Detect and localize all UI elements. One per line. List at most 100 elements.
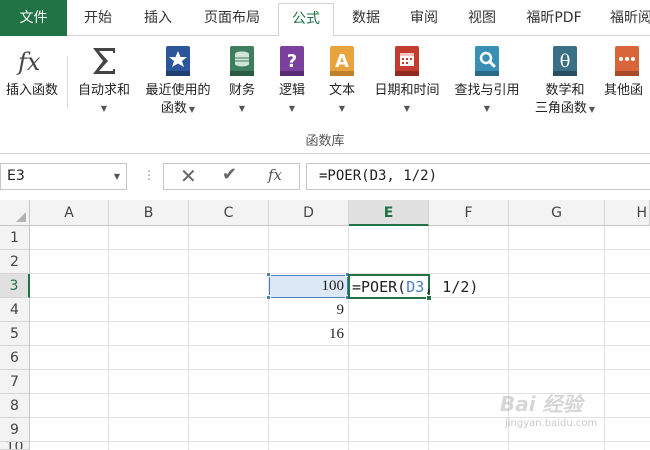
ribbon-tab-bar: 文件 开始 插入 页面布局 公式 数据 审阅 视图 福昕PDF 福昕阅 bbox=[0, 0, 650, 37]
row-header-7[interactable]: 7 bbox=[0, 370, 30, 394]
row-header-2[interactable]: 2 bbox=[0, 250, 30, 274]
gridline bbox=[604, 226, 605, 450]
row-header-3[interactable]: 3 bbox=[0, 274, 30, 298]
gridline bbox=[348, 226, 349, 450]
watermark-url: jingyan.baidu.com bbox=[505, 418, 598, 429]
text-functions-label: 文本 bbox=[328, 83, 355, 98]
name-box-value: E3 bbox=[7, 168, 25, 184]
cell-e3-editing-text[interactable]: =POER(D3, 1/2) bbox=[352, 275, 478, 299]
column-header-e[interactable]: E bbox=[349, 200, 429, 226]
tab-insert[interactable]: 插入 bbox=[130, 0, 186, 36]
gridline bbox=[188, 226, 189, 450]
row-header-10[interactable]: 10 bbox=[0, 442, 30, 450]
formula-input[interactable]: =POER(D3, 1/2) bbox=[306, 163, 650, 190]
other-functions-label: 其他函 bbox=[604, 83, 644, 98]
function-library-group-label: 函数库 bbox=[305, 134, 345, 149]
ribbon-formulas: fx 插入函数 自动求和 ▼ 最近使用的 函数 ▼ 财务 ▼ ? 逻辑 ▼ A … bbox=[0, 36, 650, 154]
chevron-down-icon: ▼ bbox=[483, 104, 491, 113]
theta-book-icon: θ bbox=[553, 46, 577, 76]
autosum-label: 自动求和 bbox=[77, 83, 130, 98]
fx-icon: fx bbox=[16, 48, 41, 76]
watermark-logo: Bai 经验 bbox=[500, 392, 583, 416]
row-header-6[interactable]: 6 bbox=[0, 346, 30, 370]
logical-label: 逻辑 bbox=[278, 83, 305, 98]
financial-button[interactable]: 财务 ▼ bbox=[220, 44, 264, 116]
svg-text:fx: fx bbox=[16, 48, 41, 76]
cell-d5[interactable]: 16 bbox=[269, 322, 348, 346]
formula-bar: E3 ▼ ⋮ ✕ ✔ fx =POER(D3, 1/2) bbox=[0, 160, 650, 192]
ribbon-separator bbox=[67, 56, 68, 108]
row-header-9[interactable]: 9 bbox=[0, 418, 30, 442]
cell-d4[interactable]: 9 bbox=[269, 298, 348, 322]
name-box[interactable]: E3 ▼ bbox=[0, 163, 127, 190]
tab-view[interactable]: 视图 bbox=[456, 0, 508, 36]
logical-button[interactable]: ? 逻辑 ▼ bbox=[270, 44, 314, 116]
cell-d3[interactable]: 100 bbox=[269, 274, 348, 298]
letter-a-book-icon: A bbox=[330, 46, 354, 76]
chevron-down-icon: ▼ bbox=[100, 104, 108, 113]
recent-functions-label-2: 函数 ▼ bbox=[160, 101, 196, 116]
column-header-g[interactable]: G bbox=[509, 200, 605, 226]
chevron-down-icon: ▼ bbox=[238, 104, 246, 113]
math-trig-label-2: 三角函数 ▼ bbox=[534, 101, 596, 116]
lookup-reference-button[interactable]: 查找与引用 ▼ bbox=[448, 44, 526, 116]
chevron-down-icon: ▼ bbox=[288, 104, 296, 113]
column-header-d[interactable]: D bbox=[269, 200, 349, 226]
gridline bbox=[30, 249, 650, 250]
gridline bbox=[108, 226, 109, 450]
chevron-down-icon: ▼ bbox=[188, 105, 196, 114]
row-header-4[interactable]: 4 bbox=[0, 298, 30, 322]
select-all-corner[interactable] bbox=[0, 200, 30, 226]
tab-foxit-pdf[interactable]: 福昕PDF bbox=[514, 0, 594, 36]
datetime-label: 日期和时间 bbox=[374, 83, 440, 98]
calendar-book-icon bbox=[395, 46, 419, 76]
tab-formulas[interactable]: 公式 bbox=[278, 3, 334, 37]
vertical-dots-icon[interactable]: ⋮ bbox=[143, 168, 155, 182]
math-trig-label: 数学和 bbox=[545, 83, 585, 98]
cancel-icon[interactable]: ✕ bbox=[180, 164, 197, 188]
column-header-a[interactable]: A bbox=[30, 200, 109, 226]
row-header-1[interactable]: 1 bbox=[0, 226, 30, 250]
column-header-b[interactable]: B bbox=[109, 200, 189, 226]
svg-text:?: ? bbox=[287, 51, 297, 72]
tab-foxit-reader[interactable]: 福昕阅 bbox=[600, 0, 650, 36]
dots-book-icon bbox=[615, 46, 639, 76]
chevron-down-icon: ▼ bbox=[403, 104, 411, 113]
coins-book-icon bbox=[230, 46, 254, 76]
column-header-h[interactable]: H bbox=[605, 200, 650, 226]
text-functions-button[interactable]: A 文本 ▼ bbox=[320, 44, 364, 116]
recent-functions-button[interactable]: 最近使用的 函数 ▼ bbox=[138, 44, 218, 119]
insert-function-label: 插入函数 bbox=[5, 83, 58, 98]
sigma-icon bbox=[93, 48, 115, 74]
datetime-button[interactable]: 日期和时间 ▼ bbox=[368, 44, 446, 116]
chevron-down-icon[interactable]: ▼ bbox=[114, 164, 120, 189]
insert-function-button[interactable]: fx 插入函数 bbox=[0, 44, 64, 100]
tab-data[interactable]: 数据 bbox=[338, 0, 394, 36]
gridline bbox=[30, 369, 650, 370]
autosum-button[interactable]: 自动求和 ▼ bbox=[72, 44, 136, 116]
tab-page-layout[interactable]: 页面布局 bbox=[192, 0, 272, 36]
magnifier-book-icon bbox=[475, 46, 499, 76]
tab-review[interactable]: 审阅 bbox=[398, 0, 450, 36]
financial-label: 财务 bbox=[228, 83, 255, 98]
enter-check-icon[interactable]: ✔ bbox=[222, 164, 237, 185]
other-functions-button[interactable]: 其他函 bbox=[604, 44, 650, 100]
fx-icon[interactable]: fx bbox=[268, 166, 282, 184]
question-book-icon: ? bbox=[280, 46, 304, 76]
tab-home[interactable]: 开始 bbox=[72, 0, 124, 36]
chevron-down-icon: ▼ bbox=[588, 105, 596, 114]
column-header-f[interactable]: F bbox=[429, 200, 509, 226]
star-book-icon bbox=[166, 46, 190, 76]
gridline bbox=[428, 226, 429, 450]
tab-file[interactable]: 文件 bbox=[0, 0, 67, 36]
svg-text:A: A bbox=[335, 51, 349, 72]
column-header-c[interactable]: C bbox=[189, 200, 269, 226]
chevron-down-icon: ▼ bbox=[338, 104, 346, 113]
row-header-8[interactable]: 8 bbox=[0, 394, 30, 418]
svg-text:θ: θ bbox=[560, 51, 571, 72]
recent-functions-label: 最近使用的 bbox=[145, 83, 211, 98]
gridline bbox=[30, 441, 650, 442]
row-header-5[interactable]: 5 bbox=[0, 322, 30, 346]
lookup-reference-label: 查找与引用 bbox=[454, 83, 520, 98]
math-trig-button[interactable]: θ 数学和 三角函数 ▼ bbox=[528, 44, 602, 119]
